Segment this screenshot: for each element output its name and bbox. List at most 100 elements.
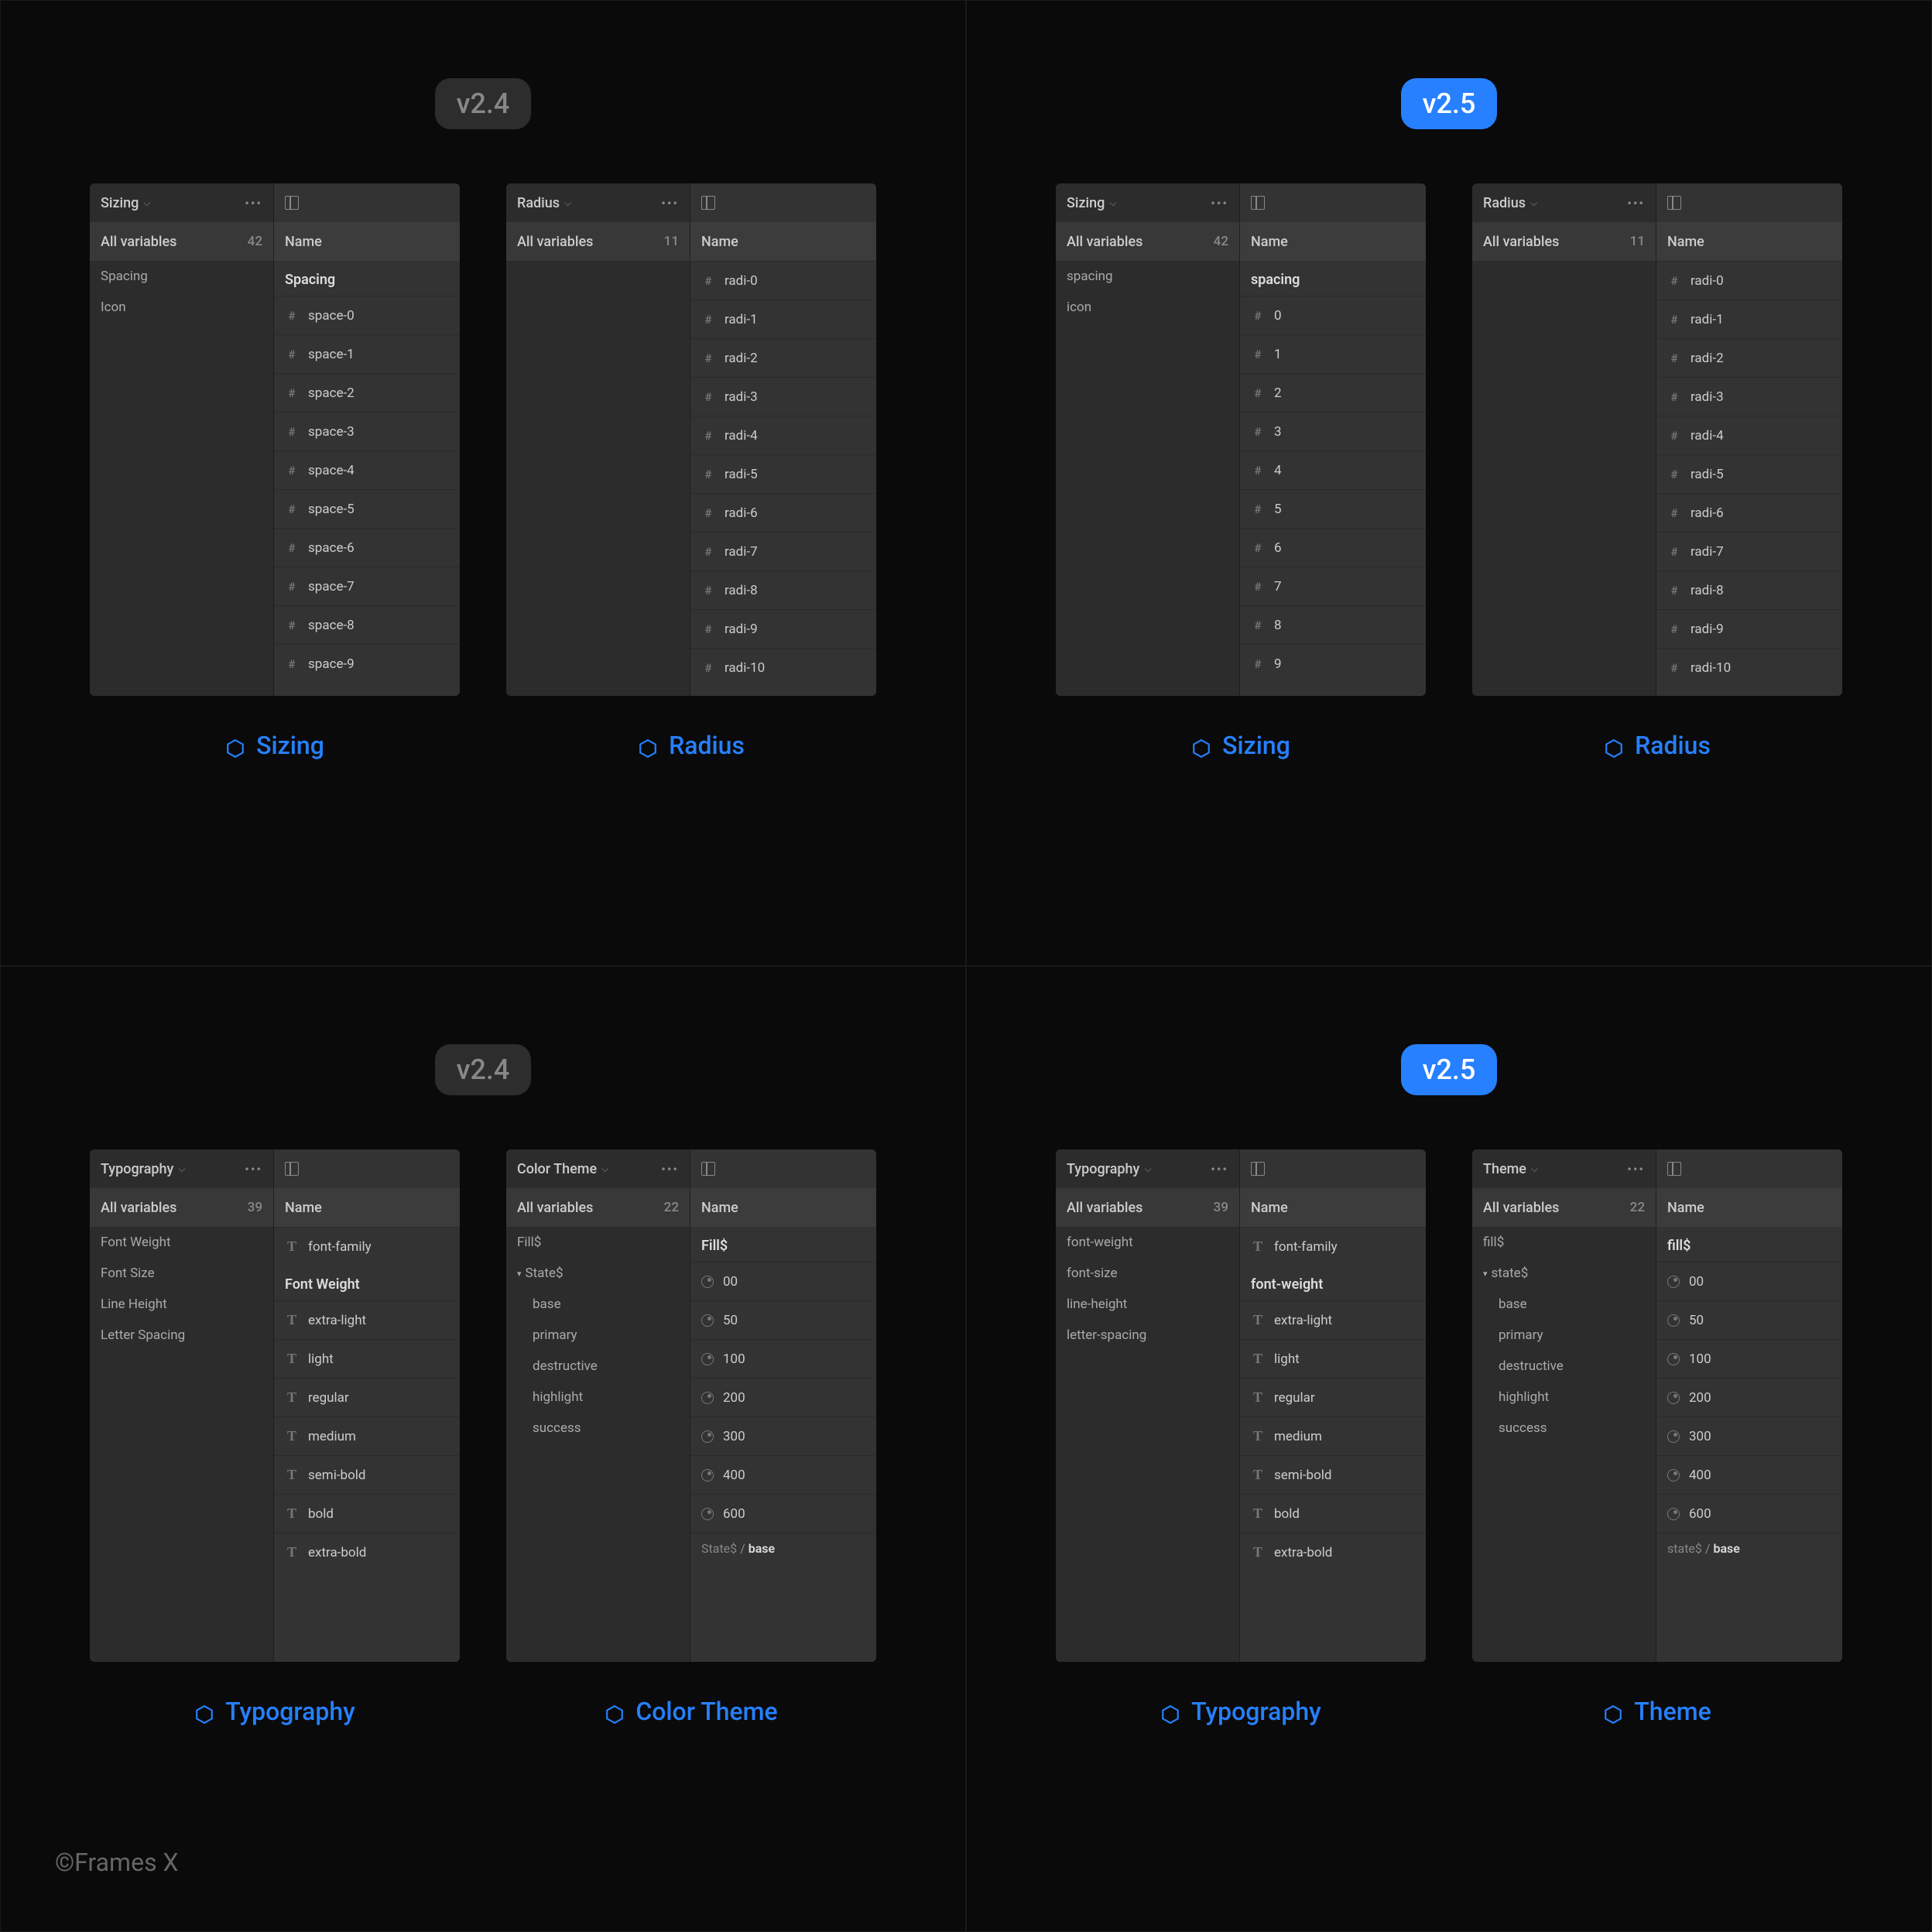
variable-row[interactable]: space-9: [274, 644, 460, 683]
variable-row[interactable]: radi-2: [1656, 338, 1842, 377]
variable-row[interactable]: 5: [1240, 489, 1426, 528]
sidebar-item[interactable]: letter-spacing: [1056, 1320, 1239, 1351]
variable-row[interactable]: space-6: [274, 528, 460, 567]
all-variables-row[interactable]: All variables39: [1056, 1188, 1239, 1227]
sidebar-item[interactable]: base: [1472, 1289, 1656, 1320]
variable-row[interactable]: Tsemi-bold: [1240, 1455, 1426, 1494]
more-icon[interactable]: •••: [1627, 196, 1645, 211]
variable-row[interactable]: radi-9: [690, 609, 876, 648]
variable-row[interactable]: 2: [1240, 373, 1426, 412]
sidebar-item[interactable]: icon: [1056, 292, 1239, 323]
variable-row[interactable]: Textra-light: [274, 1300, 460, 1339]
more-icon[interactable]: •••: [245, 1162, 262, 1177]
all-variables-row[interactable]: All variables11: [506, 222, 690, 261]
sidebar-item[interactable]: fill$: [1472, 1227, 1656, 1258]
variable-row[interactable]: space-8: [274, 605, 460, 644]
more-icon[interactable]: •••: [661, 1162, 679, 1177]
variable-row[interactable]: 9: [1240, 644, 1426, 683]
sidebar-item[interactable]: font-weight: [1056, 1227, 1239, 1258]
variable-row[interactable]: 8: [1240, 605, 1426, 644]
variable-row[interactable]: space-7: [274, 567, 460, 605]
variable-row[interactable]: 50: [690, 1300, 876, 1339]
sidebar-item[interactable]: Line Height: [90, 1289, 273, 1320]
variable-row[interactable]: 400: [690, 1455, 876, 1494]
variable-row[interactable]: 200: [1656, 1378, 1842, 1416]
variable-row[interactable]: radi-7: [1656, 532, 1842, 570]
variable-row[interactable]: Textra-light: [1240, 1300, 1426, 1339]
all-variables-row[interactable]: All variables11: [1472, 222, 1656, 261]
panel-title[interactable]: Radius⌵: [1483, 195, 1537, 211]
variable-row[interactable]: space-0: [274, 296, 460, 334]
panel-title[interactable]: Typography⌵: [101, 1161, 185, 1177]
variable-row[interactable]: radi-5: [690, 454, 876, 493]
variable-row[interactable]: Tmedium: [1240, 1416, 1426, 1455]
sidebar-item[interactable]: line-height: [1056, 1289, 1239, 1320]
sidebar-item[interactable]: Font Weight: [90, 1227, 273, 1258]
more-icon[interactable]: •••: [1211, 196, 1228, 211]
variable-row[interactable]: radi-7: [690, 532, 876, 570]
variable-row[interactable]: 300: [1656, 1416, 1842, 1455]
variable-row[interactable]: Tregular: [1240, 1378, 1426, 1416]
variable-row[interactable]: Tmedium: [274, 1416, 460, 1455]
variable-row[interactable]: radi-1: [1656, 300, 1842, 338]
variable-row[interactable]: radi-3: [690, 377, 876, 416]
sidebar-item[interactable]: ▾State$: [506, 1258, 690, 1289]
sidebar-item[interactable]: Spacing: [90, 261, 273, 292]
variable-row[interactable]: Tlight: [1240, 1339, 1426, 1378]
variable-row[interactable]: Tregular: [274, 1378, 460, 1416]
variable-row[interactable]: space-4: [274, 450, 460, 489]
variable-row[interactable]: 50: [1656, 1300, 1842, 1339]
layout-icon[interactable]: [701, 196, 715, 210]
sidebar-item[interactable]: destructive: [506, 1351, 690, 1382]
more-icon[interactable]: •••: [245, 196, 262, 211]
more-icon[interactable]: •••: [1211, 1162, 1228, 1177]
panel-title[interactable]: Sizing⌵: [101, 195, 150, 211]
variable-row[interactable]: 100: [1656, 1339, 1842, 1378]
sidebar-item[interactable]: highlight: [506, 1382, 690, 1413]
variable-row[interactable]: radi-6: [690, 493, 876, 532]
more-icon[interactable]: •••: [661, 196, 679, 211]
variable-row[interactable]: space-3: [274, 412, 460, 450]
variable-row[interactable]: 100: [690, 1339, 876, 1378]
variable-row[interactable]: space-5: [274, 489, 460, 528]
variable-row[interactable]: 600: [690, 1494, 876, 1533]
variable-row[interactable]: Textra-bold: [1240, 1533, 1426, 1571]
all-variables-row[interactable]: All variables22: [506, 1188, 690, 1227]
variable-row[interactable]: radi-8: [1656, 570, 1842, 609]
all-variables-row[interactable]: All variables42: [1056, 222, 1239, 261]
variable-row[interactable]: radi-4: [690, 416, 876, 454]
variable-row[interactable]: radi-0: [690, 261, 876, 300]
variable-row[interactable]: Tbold: [274, 1494, 460, 1533]
variable-row[interactable]: space-2: [274, 373, 460, 412]
sidebar-item[interactable]: success: [506, 1413, 690, 1444]
variable-row[interactable]: radi-8: [690, 570, 876, 609]
sidebar-item[interactable]: ▾state$: [1472, 1258, 1656, 1289]
variable-row[interactable]: Tfont-family: [274, 1227, 460, 1266]
variable-row[interactable]: radi-9: [1656, 609, 1842, 648]
more-icon[interactable]: •••: [1627, 1162, 1645, 1177]
sidebar-item[interactable]: success: [1472, 1413, 1656, 1444]
variable-row[interactable]: radi-5: [1656, 454, 1842, 493]
sidebar-item[interactable]: Font Size: [90, 1258, 273, 1289]
panel-title[interactable]: Radius⌵: [517, 195, 571, 211]
panel-title[interactable]: Sizing⌵: [1067, 195, 1116, 211]
variable-row[interactable]: 300: [690, 1416, 876, 1455]
variable-row[interactable]: Tsemi-bold: [274, 1455, 460, 1494]
sidebar-item[interactable]: spacing: [1056, 261, 1239, 292]
variable-row[interactable]: Textra-bold: [274, 1533, 460, 1571]
sidebar-item[interactable]: base: [506, 1289, 690, 1320]
variable-row[interactable]: 400: [1656, 1455, 1842, 1494]
variable-row[interactable]: radi-2: [690, 338, 876, 377]
variable-row[interactable]: 6: [1240, 528, 1426, 567]
variable-row[interactable]: Tbold: [1240, 1494, 1426, 1533]
all-variables-row[interactable]: All variables42: [90, 222, 273, 261]
variable-row[interactable]: 7: [1240, 567, 1426, 605]
sidebar-item[interactable]: primary: [1472, 1320, 1656, 1351]
panel-title[interactable]: Color Theme⌵: [517, 1161, 608, 1177]
sidebar-item[interactable]: destructive: [1472, 1351, 1656, 1382]
variable-row[interactable]: 600: [1656, 1494, 1842, 1533]
variable-row[interactable]: radi-4: [1656, 416, 1842, 454]
sidebar-item[interactable]: Icon: [90, 292, 273, 323]
layout-icon[interactable]: [1667, 196, 1681, 210]
variable-row[interactable]: radi-0: [1656, 261, 1842, 300]
